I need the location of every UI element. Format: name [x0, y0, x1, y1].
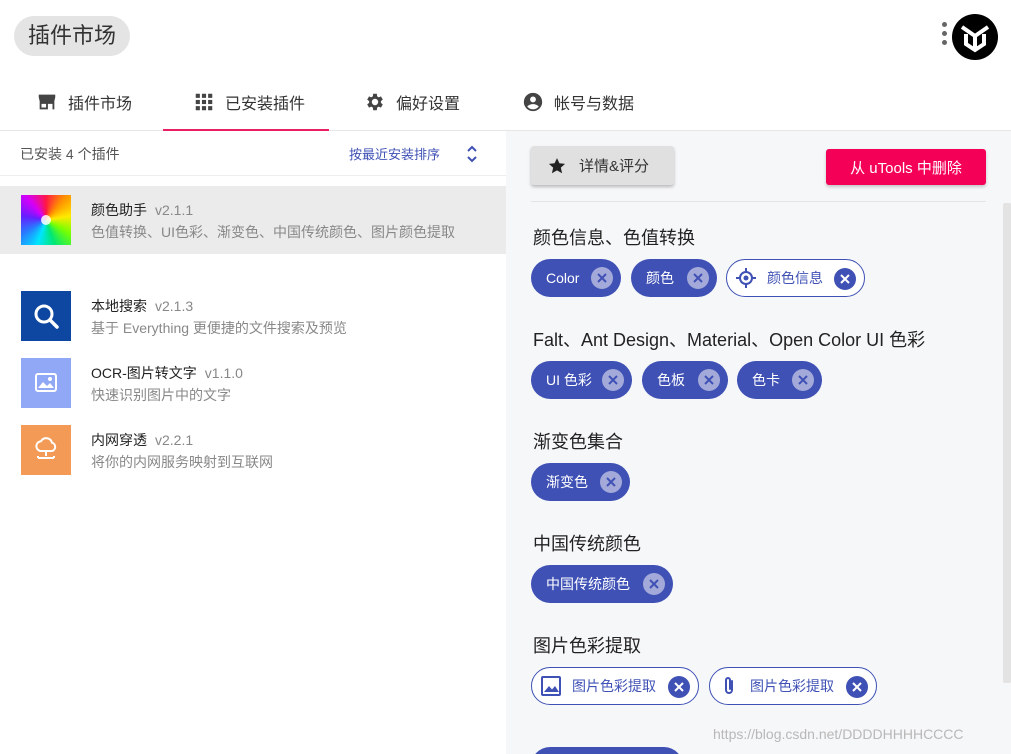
- feature-section: 中国传统颜色 中国传统颜色: [531, 531, 993, 605]
- section-title: Falt、Ant Design、Material、Open Color UI 色…: [533, 330, 926, 350]
- keyword-chip[interactable]: [531, 747, 683, 754]
- tab-plugin-market[interactable]: 插件市场: [36, 72, 132, 131]
- close-icon[interactable]: [698, 369, 720, 391]
- plugin-description: 将你的内网服务映射到互联网: [91, 454, 273, 470]
- plugin-name: 颜色助手: [91, 202, 147, 218]
- divider: [531, 201, 986, 202]
- search-icon: [21, 291, 71, 341]
- plugin-version: v2.2.1: [155, 432, 194, 448]
- plugin-version: v2.1.3: [155, 298, 194, 314]
- keyword-chip[interactable]: 色板: [642, 361, 728, 399]
- tab-installed-plugins[interactable]: 已安装插件: [162, 72, 330, 131]
- delete-plugin-button[interactable]: 从 uTools 中删除: [826, 149, 986, 185]
- feature-section: 颜色信息、色值转换 Color 颜色 颜色信息: [531, 225, 993, 299]
- image-icon: [540, 675, 562, 697]
- close-icon[interactable]: [668, 676, 690, 698]
- grid-icon: [195, 93, 213, 110]
- attachment-icon: [718, 675, 740, 697]
- installed-plugin-list: 已安装 4 个插件 按最近安装排序 颜色助手 v2.1.1 色值转换、UI色彩、渐…: [0, 131, 506, 754]
- detail-rating-button[interactable]: 详情&评分: [531, 146, 674, 185]
- tab-account-data[interactable]: 帐号与数据: [522, 72, 634, 131]
- account-icon: [523, 92, 543, 111]
- cloud-network-icon: [21, 425, 71, 475]
- keyword-chip[interactable]: 色卡: [737, 361, 822, 399]
- list-item[interactable]: 内网穿透 v2.2.1 将你的内网服务映射到互联网: [0, 416, 506, 484]
- list-item[interactable]: 颜色助手 v2.1.1 色值转换、UI色彩、渐变色、中国传统颜色、图片颜色提取: [0, 186, 506, 254]
- feature-section: 图片色彩提取 图片色彩提取 图片色彩提取: [531, 633, 993, 707]
- store-icon: [38, 94, 56, 109]
- close-icon[interactable]: [846, 676, 868, 698]
- close-icon[interactable]: [687, 267, 709, 289]
- section-title: 中国传统颜色: [533, 534, 641, 554]
- unfold-icon[interactable]: [465, 143, 479, 165]
- keyword-chip[interactable]: 图片色彩提取: [531, 667, 699, 705]
- image-text-icon: [21, 358, 71, 408]
- plugin-version: v2.1.1: [155, 202, 194, 218]
- more-menu-icon[interactable]: [938, 22, 950, 50]
- keyword-chip[interactable]: Color: [531, 259, 621, 297]
- list-item[interactable]: 本地搜索 v2.1.3 基于 Everything 更便捷的文件搜索及预览: [0, 282, 506, 350]
- close-icon[interactable]: [600, 471, 622, 493]
- keyword-chips: 图片色彩提取 图片色彩提取: [531, 667, 993, 707]
- keyword-chip[interactable]: 中国传统颜色: [531, 565, 673, 603]
- list-item[interactable]: OCR-图片转文字 v1.1.0 快速识别图片中的文字: [0, 349, 506, 417]
- close-icon[interactable]: [643, 573, 665, 595]
- tab-preferences[interactable]: 偏好设置: [364, 72, 460, 131]
- keyword-chips: 中国传统颜色: [531, 565, 993, 605]
- list-header: 已安装 4 个插件 按最近安装排序: [0, 131, 506, 176]
- feature-section: Falt、Ant Design、Material、Open Color UI 色…: [531, 327, 998, 401]
- keyword-chips: 渐变色: [531, 463, 993, 503]
- plugin-name: 内网穿透: [91, 432, 147, 448]
- color-wheel-icon: [21, 195, 71, 245]
- plugin-name: OCR-图片转文字: [91, 365, 197, 381]
- plugin-description: 快速识别图片中的文字: [91, 387, 231, 403]
- close-icon[interactable]: [602, 369, 624, 391]
- section-title: 图片色彩提取: [533, 636, 641, 656]
- keyword-chip[interactable]: 渐变色: [531, 463, 630, 501]
- close-icon[interactable]: [792, 369, 814, 391]
- plugin-version: v1.1.0: [204, 365, 243, 381]
- feature-section: 渐变色集合 渐变色: [531, 429, 993, 503]
- keyword-chip[interactable]: 颜色信息: [726, 259, 865, 297]
- section-title: 颜色信息、色值转换: [533, 228, 695, 248]
- utools-logo[interactable]: [952, 14, 998, 60]
- keyword-chips: Color 颜色 颜色信息: [531, 259, 993, 299]
- plugin-detail-panel: 详情&评分 从 uTools 中删除 颜色信息、色值转换 Color 颜色 颜色…: [506, 131, 1011, 754]
- plugin-description: 基于 Everything 更便捷的文件搜索及预览: [91, 320, 347, 336]
- close-icon[interactable]: [591, 267, 613, 289]
- target-icon: [735, 267, 757, 289]
- section-title: 渐变色集合: [533, 432, 623, 452]
- plugin-description: 色值转换、UI色彩、渐变色、中国传统颜色、图片颜色提取: [91, 224, 455, 240]
- keyword-chip[interactable]: 图片色彩提取: [709, 667, 877, 705]
- close-icon[interactable]: [834, 268, 856, 290]
- keyword-chip[interactable]: 颜色: [631, 259, 717, 297]
- installed-count: 已安装 4 个插件: [20, 146, 120, 162]
- plugin-name: 本地搜索: [91, 298, 147, 314]
- main-tabs: 插件市场 已安装插件 偏好设置 帐号与数据: [0, 72, 1011, 131]
- scrollbar[interactable]: [1003, 203, 1011, 683]
- watermark: https://blog.csdn.net/DDDDHHHHCCCC: [713, 726, 964, 742]
- star-icon: [548, 157, 566, 173]
- keyword-chips: UI 色彩 色板 色卡: [531, 361, 998, 401]
- keyword-chip[interactable]: UI 色彩: [531, 361, 632, 399]
- page-title: 插件市场: [14, 16, 131, 56]
- sort-button[interactable]: 按最近安装排序: [349, 144, 440, 163]
- app-header: 插件市场: [0, 0, 1011, 72]
- gear-icon: [367, 93, 383, 110]
